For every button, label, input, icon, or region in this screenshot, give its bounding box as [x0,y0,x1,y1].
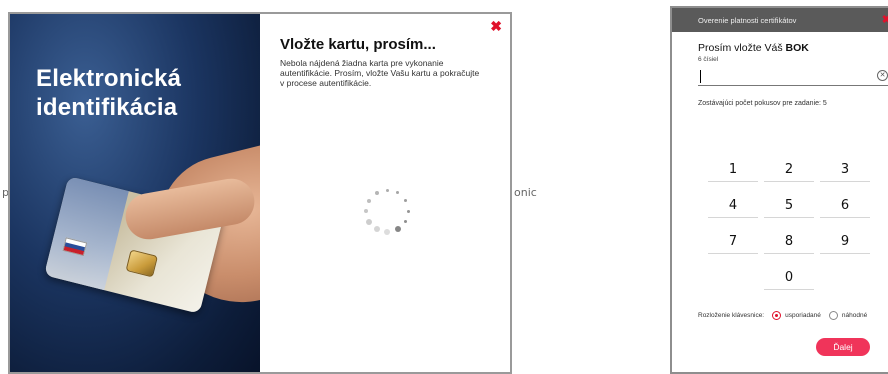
dialog-titlebar: Overenie platnosti certifikátov ✖ [672,8,888,32]
promo-title: Elektronická identifikácia [36,64,181,122]
spinner-dot [385,188,389,192]
pin-entry-dialog: Overenie platnosti certifikátov ✖ Prosím… [670,6,888,374]
keypad-key-2[interactable]: 2 [764,158,814,182]
keypad-key-3[interactable]: 3 [820,158,870,182]
radio-random[interactable] [828,311,838,320]
keypad-key-5[interactable]: 5 [764,194,814,218]
spinner-dot [396,191,399,195]
loading-spinner-icon [360,184,414,238]
keypad-key-4[interactable]: 4 [708,194,758,218]
radio-ordered-label[interactable]: usporiadané [785,312,821,319]
close-icon[interactable]: ✖ [882,13,888,26]
card-chip-icon [125,249,159,278]
spinner-dot [364,209,368,213]
spinner-dot [384,229,390,235]
keypad-key-0[interactable]: 0 [764,266,814,290]
keypad-key-8[interactable]: 8 [764,230,814,254]
spinner-dot [366,198,371,203]
dialog-title: Overenie platnosti certifikátov [698,16,797,25]
keyboard-layout-setting: Rozloženie klávesnice: usporiadané náhod… [698,311,867,320]
radio-ordered[interactable] [772,311,782,320]
keypad-key-7[interactable]: 7 [708,230,758,254]
pin-length-hint: 6 čísiel [698,56,719,63]
dialog-heading: Vložte kartu, prosím... [280,36,436,53]
radio-random-label[interactable]: náhodné [842,312,867,319]
spinner-dot [374,190,379,195]
close-icon[interactable]: ✖ [490,18,502,35]
text-cursor [700,70,701,83]
keypad-key-9[interactable]: 9 [820,230,870,254]
background-text-fragment: onic [514,186,537,199]
spinner-dot [403,199,407,202]
pin-code-name: BOK [785,42,809,54]
keypad-key-6[interactable]: 6 [820,194,870,218]
promo-title-line2: identifikácia [36,94,178,121]
spinner-dot [365,218,372,225]
spinner-dot [373,226,380,233]
card-insert-dialog: Elektronická identifikácia ✖ Vložte kart… [8,12,512,374]
card-insert-dialog-body: Elektronická identifikácia ✖ Vložte kart… [10,14,510,372]
pin-entry-dialog-body: Overenie platnosti certifikátov ✖ Prosím… [672,8,888,372]
pin-input[interactable]: ✕ [698,66,888,86]
promo-title-line1: Elektronická [36,65,182,92]
keypad-key-1[interactable]: 1 [708,158,758,182]
screen: p onic Elektronická identifikácia ✖ Vlož… [0,0,888,374]
clear-icon[interactable]: ✕ [877,70,888,81]
keyboard-layout-label: Rozloženie klávesnice: [698,312,765,319]
dialog-message: Nebola nájdená žiadna karta pre vykonani… [280,58,480,88]
spinner-dot [406,209,410,213]
promo-image: Elektronická identifikácia [10,14,260,372]
pin-prompt-text: Prosím vložte Váš [698,42,786,54]
pin-prompt: Prosím vložte Váš BOK [698,42,809,54]
spinner-dot [403,220,407,223]
spinner-dot [394,226,401,233]
card-stripe [44,176,129,291]
remaining-attempts: Zostávajúci počet pokusov pre zadanie: 5 [698,100,827,107]
next-button[interactable]: Ďalej [816,338,870,356]
